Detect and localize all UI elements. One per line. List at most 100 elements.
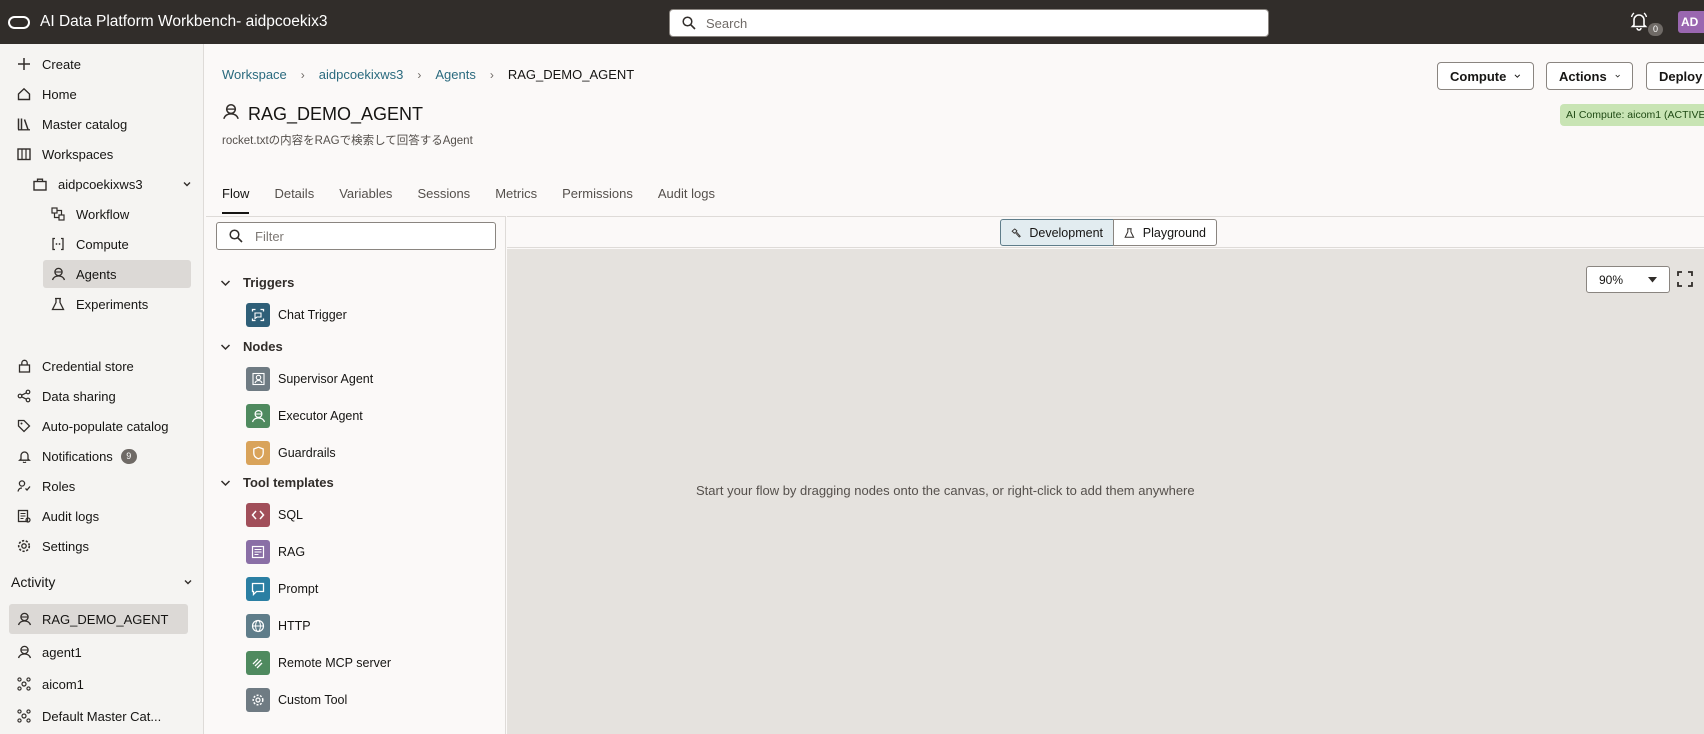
tab-permissions[interactable]: Permissions: [562, 186, 633, 214]
briefcase-icon: [30, 178, 50, 191]
chevron-right-icon: ›: [300, 67, 305, 82]
hammer-icon: [1011, 227, 1021, 238]
tab-details[interactable]: Details: [274, 186, 314, 214]
activity-item-aicom1[interactable]: aicom1: [14, 670, 194, 698]
sidebar-item-label: Compute: [76, 236, 129, 252]
palette-group-tool-templates[interactable]: Tool templates: [220, 475, 334, 490]
chat-trigger-icon: [246, 303, 270, 327]
sidebar-item-label: Agents: [76, 266, 117, 282]
palette-node-rag[interactable]: RAG: [246, 540, 305, 564]
cluster-icon: [14, 677, 34, 691]
app-title: AI Data Platform Workbench- aidpcoekix3: [40, 13, 328, 30]
sidebar-item-roles[interactable]: Roles: [14, 472, 194, 500]
bell-icon: [14, 449, 34, 463]
catalog-icon: [14, 117, 34, 131]
palette-node-supervisor-agent[interactable]: Supervisor Agent: [246, 367, 373, 391]
compute-status-badge: AI Compute: aicom1 (ACTIVE): [1560, 104, 1704, 126]
palette-node-label: Remote MCP server: [278, 656, 391, 670]
actions-menu-button[interactable]: Actions: [1546, 62, 1633, 90]
cluster-icon: [14, 709, 34, 723]
palette-node-chat-trigger[interactable]: Chat Trigger: [246, 303, 347, 327]
sidebar-item-label: Experiments: [76, 296, 149, 312]
activity-heading: Activity: [11, 574, 56, 590]
development-mode-button[interactable]: Development: [1000, 219, 1114, 246]
palette-group-nodes[interactable]: Nodes: [220, 339, 283, 354]
palette-node-label: HTTP: [278, 619, 311, 633]
palette-node-label: Chat Trigger: [278, 308, 347, 322]
search-icon: [682, 16, 696, 30]
palette-node-prompt[interactable]: Prompt: [246, 577, 318, 601]
activity-item-agent1[interactable]: agent1: [14, 638, 194, 666]
sidebar-item-workspaces[interactable]: Workspaces: [14, 140, 194, 168]
agent-icon: [48, 267, 68, 281]
palette-group-label: Triggers: [243, 275, 295, 290]
chevron-down-icon[interactable]: [182, 179, 192, 189]
fullscreen-icon[interactable]: [1676, 270, 1694, 288]
shield-icon: [246, 441, 270, 465]
sidebar-item-notifications[interactable]: Notifications 9: [14, 442, 194, 470]
mcp-icon: [246, 651, 270, 675]
palette-node-sql[interactable]: SQL: [246, 503, 303, 527]
supervisor-agent-icon: [246, 367, 270, 391]
sidebar-item-label: Data sharing: [42, 388, 116, 404]
plus-icon: [14, 57, 34, 71]
sidebar-item-label: Notifications: [42, 448, 113, 464]
playground-mode-label: Playground: [1142, 225, 1206, 240]
zoom-level-select[interactable]: 90%: [1586, 266, 1670, 293]
palette-node-http[interactable]: HTTP: [246, 614, 311, 638]
sidebar-item-audit-logs[interactable]: Audit logs: [14, 502, 194, 530]
sidebar-item-home[interactable]: Home: [14, 80, 194, 108]
app-brand[interactable]: AI Data Platform Workbench- aidpcoekix3: [8, 13, 327, 31]
sidebar-item-settings[interactable]: Settings: [14, 532, 194, 560]
sidebar-item-agents[interactable]: Agents: [43, 260, 191, 288]
flask-icon: [48, 297, 68, 311]
palette-node-label: Custom Tool: [278, 693, 348, 707]
tab-sessions[interactable]: Sessions: [417, 186, 470, 214]
breadcrumb-workspace[interactable]: Workspace: [222, 67, 287, 82]
agent-icon: [222, 103, 240, 125]
playground-mode-button[interactable]: Playground: [1113, 219, 1217, 246]
breadcrumb: Workspace › aidpcoekixws3 › Agents › RAG…: [222, 67, 634, 82]
tab-audit-logs[interactable]: Audit logs: [658, 186, 715, 214]
sidebar-item-master-catalog[interactable]: Master catalog: [14, 110, 194, 138]
sidebar-item-label: Master catalog: [42, 116, 128, 132]
sidebar-item-create[interactable]: Create: [14, 50, 194, 78]
page-title-text: RAG_DEMO_AGENT: [248, 103, 424, 124]
sidebar-item-auto-populate-catalog[interactable]: Auto-populate catalog: [14, 412, 194, 440]
user-avatar[interactable]: AD: [1678, 11, 1704, 33]
sidebar-item-workflow[interactable]: Workflow: [48, 200, 190, 228]
palette-group-triggers[interactable]: Triggers: [220, 275, 294, 290]
caret-down-icon: [1648, 276, 1657, 282]
code-icon: [246, 503, 270, 527]
activity-item-label: agent1: [42, 644, 82, 660]
sidebar-item-credential-store[interactable]: Credential store: [14, 352, 194, 380]
share-icon: [14, 389, 34, 403]
tab-flow[interactable]: Flow: [222, 186, 250, 214]
notifications-bell-icon[interactable]: [1629, 11, 1649, 31]
sidebar-item-label: Credential store: [42, 358, 134, 374]
tab-variables[interactable]: Variables: [339, 186, 392, 214]
global-search-input[interactable]: Search: [669, 9, 1269, 37]
palette-filter-input[interactable]: Filter: [216, 222, 496, 250]
sidebar-item-workspace-aidpcoekixws3[interactable]: aidpcoekixws3: [30, 170, 192, 198]
palette-node-remote-mcp-server[interactable]: Remote MCP server: [246, 651, 391, 675]
sidebar-item-compute[interactable]: Compute: [48, 230, 190, 258]
deploy-button[interactable]: Deploy: [1646, 62, 1704, 90]
sidebar-item-experiments[interactable]: Experiments: [48, 290, 190, 318]
workflow-icon: [48, 207, 68, 221]
sidebar-item-data-sharing[interactable]: Data sharing: [14, 382, 194, 410]
chat-bubble-icon: [246, 577, 270, 601]
palette-node-custom-tool[interactable]: Custom Tool: [246, 688, 347, 712]
tab-metrics[interactable]: Metrics: [495, 186, 537, 214]
breadcrumb-agents[interactable]: Agents: [435, 67, 475, 82]
palette-node-executor-agent[interactable]: Executor Agent: [246, 404, 363, 428]
chevron-down-icon: [220, 479, 231, 486]
breadcrumb-aidpcoekixws3[interactable]: aidpcoekixws3: [319, 67, 404, 82]
chevron-down-icon[interactable]: [183, 577, 193, 587]
activity-section-header[interactable]: Activity: [11, 574, 193, 590]
chevron-down-icon: [220, 343, 231, 350]
activity-item-rag-demo-agent[interactable]: RAG_DEMO_AGENT: [9, 604, 188, 634]
activity-item-default-master-catalog[interactable]: Default Master Cat...: [14, 702, 194, 730]
compute-menu-button[interactable]: Compute: [1437, 62, 1534, 90]
palette-node-guardrails[interactable]: Guardrails: [246, 441, 336, 465]
